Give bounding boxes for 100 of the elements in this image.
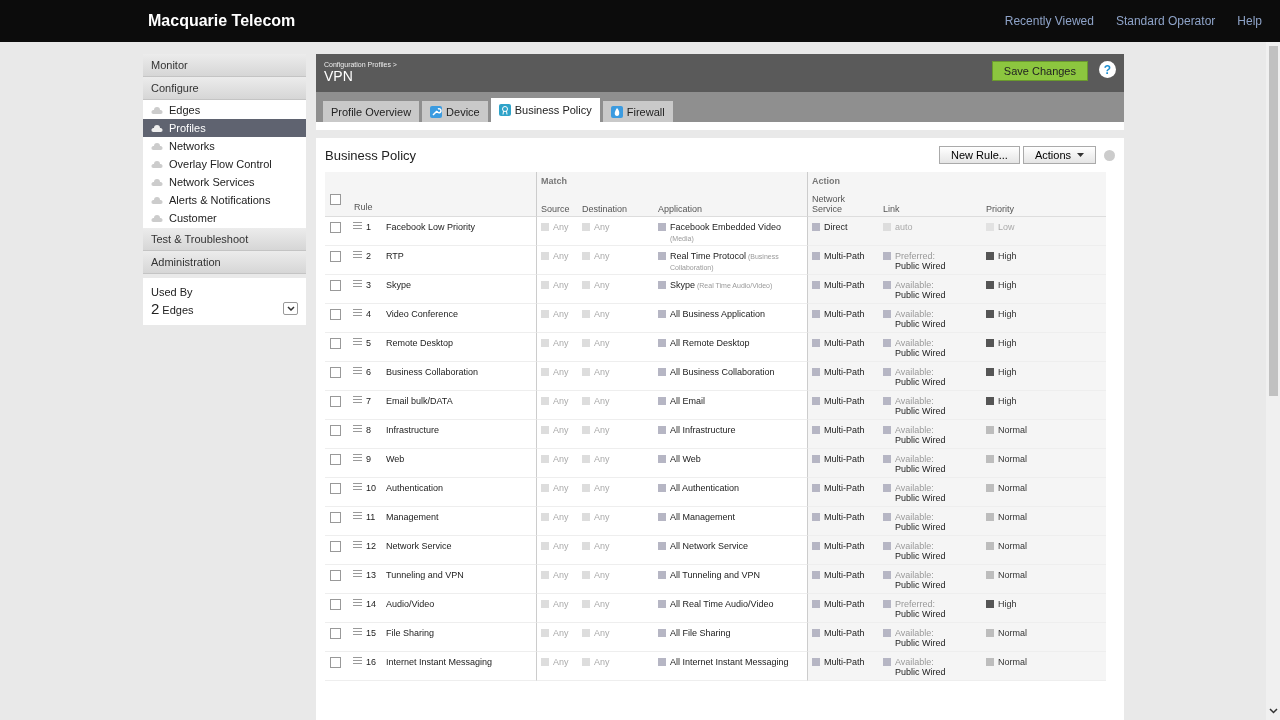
scrollbar[interactable] [1266,42,1280,720]
rule-name: Infrastructure [386,425,440,435]
cloud-icon [151,196,163,204]
column-header: Rule [354,202,373,214]
link-status: Available: [895,367,935,377]
column-header: Link [883,204,900,216]
link-value: Public Wired [895,580,946,590]
drag-handle-icon[interactable] [353,657,362,664]
row-checkbox[interactable] [330,512,341,523]
row-checkbox[interactable] [330,280,341,291]
chevron-down-icon[interactable] [1268,708,1278,714]
drag-handle-icon[interactable] [353,425,362,432]
swatch-icon [812,571,820,579]
sidebar-item-label: Edges [169,104,201,116]
rule-name: Video Conference [386,309,458,319]
link-value: Public Wired [895,609,946,619]
sidebar-item[interactable]: Customer [143,209,306,227]
drag-handle-icon[interactable] [353,570,362,577]
swatch-icon [582,658,590,666]
row-checkbox[interactable] [330,367,341,378]
service-value: Multi-Path [824,454,865,464]
source-value: Any [553,599,569,609]
row-checkbox[interactable] [330,541,341,552]
drag-handle-icon[interactable] [353,367,362,374]
service-value: Multi-Path [824,628,865,638]
link-status: Available: [895,483,935,493]
destination-value: Any [594,367,610,377]
swatch-icon [541,658,549,666]
destination-value: Any [594,628,610,638]
priority-value: High [998,396,1017,406]
application-name: All File Sharing [670,628,731,638]
collapse-icon[interactable] [1104,149,1115,161]
swatch-icon [658,455,666,463]
swatch-icon [812,252,820,260]
rule-name: RTP [386,251,404,261]
drag-handle-icon[interactable] [353,541,362,548]
panel-title: Business Policy [325,147,417,163]
drag-handle-icon[interactable] [353,599,362,606]
sidebar-item[interactable]: Alerts & Notifications [143,191,306,209]
ribbon-icon [498,104,511,116]
drag-handle-icon[interactable] [353,396,362,403]
select-all-checkbox[interactable] [330,194,341,205]
row-checkbox[interactable] [330,251,341,262]
application-name: All Remote Desktop [670,338,750,348]
priority-value: High [998,251,1017,261]
row-checkbox[interactable] [330,628,341,639]
tab[interactable]: Business Policy [490,98,600,122]
row-checkbox[interactable] [330,657,341,668]
tab[interactable]: Firewall [602,101,673,122]
drag-handle-icon[interactable] [353,309,362,316]
sidebar-item[interactable]: Networks [143,137,306,155]
brand-name: Macquarie Telecom [148,12,296,30]
service-value: Multi-Path [824,483,865,493]
edge-unit: Edges [162,304,194,316]
row-checkbox[interactable] [330,454,341,465]
sidebar-item[interactable]: Network Services [143,173,306,191]
priority-value: High [998,338,1017,348]
application-name: All Internet Instant Messaging [670,657,789,667]
actions-button[interactable]: Actions [1022,146,1096,164]
row-checkbox[interactable] [330,483,341,494]
drag-handle-icon[interactable] [353,222,362,229]
source-value: Any [553,280,569,290]
swatch-icon [541,513,549,521]
sidebar-item[interactable]: Profiles [143,119,306,137]
drag-handle-icon[interactable] [353,338,362,345]
sidebar-item-label: Profiles [169,122,206,134]
sidebar-item-label: Alerts & Notifications [169,194,271,206]
link-status: Available: [895,338,935,348]
sidebar-item[interactable]: Overlay Flow Control [143,155,306,173]
row-checkbox[interactable] [330,599,341,610]
header-link[interactable]: Recently Viewed [1004,14,1094,28]
drag-handle-icon[interactable] [353,512,362,519]
link-status: Available: [895,512,935,522]
drag-handle-icon[interactable] [353,251,362,258]
service-value: Multi-Path [824,309,865,319]
row-checkbox[interactable] [330,222,341,233]
row-checkbox[interactable] [330,570,341,581]
swatch-icon [812,223,820,231]
destination-value: Any [594,570,610,580]
header-link[interactable]: Help [1237,14,1262,28]
tab[interactable]: Profile Overview [323,101,420,122]
rule-number: 13 [366,570,377,580]
drag-handle-icon[interactable] [353,628,362,635]
row-checkbox[interactable] [330,425,341,436]
help-button[interactable]: ? [1099,61,1116,78]
drag-handle-icon[interactable] [353,280,362,287]
priority-value: High [998,599,1017,609]
swatch-icon [658,542,666,550]
drag-handle-icon[interactable] [353,454,362,461]
dropdown-button[interactable] [283,302,298,315]
row-checkbox[interactable] [330,338,341,349]
sidebar-item[interactable]: Edges [143,101,306,119]
header-link[interactable]: Standard Operator [1115,14,1216,28]
tab[interactable]: Device [422,101,488,122]
new-rule-button[interactable]: New Rule... [939,146,1020,164]
row-checkbox[interactable] [330,309,341,320]
save-button[interactable]: Save Changes [991,61,1088,81]
drag-handle-icon[interactable] [353,483,362,490]
row-checkbox[interactable] [330,396,341,407]
application-name: All Authentication [670,483,740,493]
